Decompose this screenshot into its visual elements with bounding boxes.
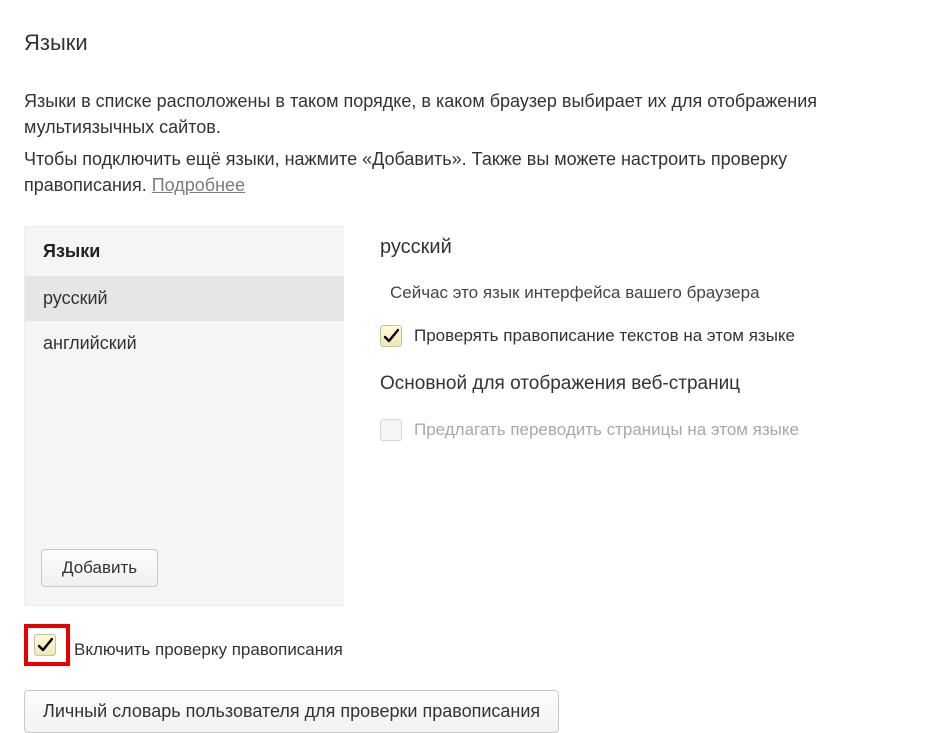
language-item-english[interactable]: английский — [25, 321, 344, 366]
language-list: русский английский — [25, 276, 344, 366]
intro-line-2-text: Чтобы подключить ещё языки, нажмите «Доб… — [24, 149, 787, 195]
spellcheck-checkbox[interactable] — [380, 325, 402, 347]
language-list-panel: Языки русский английский Добавить — [24, 226, 344, 606]
selected-language-title: русский — [380, 236, 912, 259]
enable-spellcheck-highlight — [24, 624, 70, 666]
add-language-button[interactable]: Добавить — [41, 549, 158, 587]
translate-label: Предлагать переводить страницы на этом я… — [414, 420, 799, 440]
page-title: Языки — [24, 30, 912, 56]
language-item-russian[interactable]: русский — [25, 276, 344, 321]
enable-spellcheck-row: Включить проверку правописания — [24, 624, 912, 676]
intro-line-1: Языки в списке расположены в таком поряд… — [24, 88, 912, 140]
learn-more-link[interactable]: Подробнее — [152, 175, 245, 195]
translate-checkbox — [380, 419, 402, 441]
language-list-header: Языки — [25, 227, 344, 276]
enable-spellcheck-label: Включить проверку правописания — [74, 640, 343, 660]
language-details-panel: русский Сейчас это язык интерфейса вашег… — [344, 226, 912, 606]
enable-spellcheck-checkbox[interactable] — [34, 634, 56, 656]
spellcheck-option-row: Проверять правописание текстов на этом я… — [380, 325, 912, 347]
translate-option-row: Предлагать переводить страницы на этом я… — [380, 419, 912, 441]
primary-display-title: Основной для отображения веб-страниц — [380, 373, 912, 395]
language-list-spacer — [25, 366, 344, 539]
interface-language-note: Сейчас это язык интерфейса вашего браузе… — [390, 283, 912, 303]
languages-panel: Языки русский английский Добавить русски… — [24, 226, 912, 606]
spellcheck-label: Проверять правописание текстов на этом я… — [414, 326, 795, 346]
intro-line-2: Чтобы подключить ещё языки, нажмите «Доб… — [24, 146, 912, 198]
personal-dictionary-button[interactable]: Личный словарь пользователя для проверки… — [24, 690, 559, 733]
bottom-area: Включить проверку правописания Личный сл… — [24, 624, 912, 733]
check-icon — [383, 328, 399, 344]
check-icon — [37, 637, 53, 653]
